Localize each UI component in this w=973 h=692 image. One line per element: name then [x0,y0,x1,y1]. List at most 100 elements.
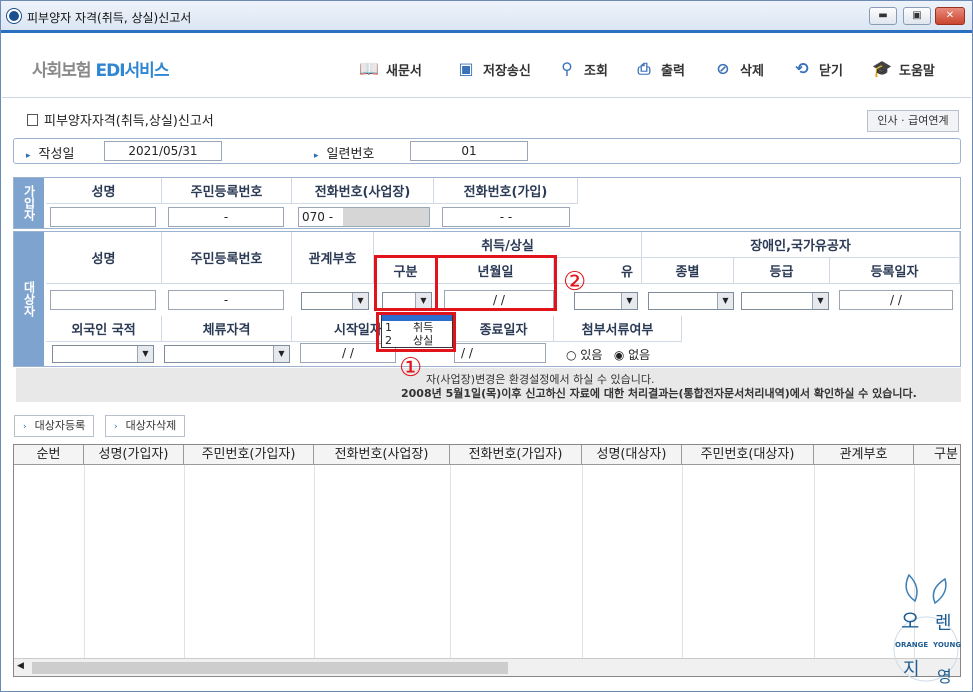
serial-label: ▸ 일련번호 [314,147,375,162]
subscriber-side-label: 가입자 [14,178,44,228]
target-grid[interactable]: 순번 성명(가입자) 주민번호(가입자) 전화번호(사업장) 전화번호(가입자)… [13,444,961,677]
arrow-icon: ▸ [26,151,31,161]
annotation-circle-1: ① [399,353,423,383]
type-header: 종별 [642,258,734,284]
sub-phone-biz-header: 전화번호(사업장) [292,178,434,204]
relation-select[interactable]: ▼ [301,292,369,310]
sub-name-field[interactable] [50,207,156,227]
grid-col-sub-jumin[interactable]: 주민번호(가입자) [184,445,314,465]
grid-divider [314,465,315,658]
save-icon: ▣ [458,59,474,78]
target-name-header: 성명 [46,232,162,284]
register-target-button[interactable]: › 대상자등록 [14,415,95,437]
book-icon: 📖 [359,59,379,78]
grid-divider [814,465,815,658]
sub-phone-biz-field[interactable]: 070 - [298,207,430,227]
write-date-label: ▸ 작성일 [26,147,75,162]
radio-no[interactable]: ◉ 없음 [614,348,650,362]
help-cap-icon: 🎓 [872,59,892,78]
maximize-button[interactable]: ▣ [903,7,931,25]
wm-char-2: 렌 [935,613,952,634]
hr-payroll-link-button[interactable]: 인사 · 급여연계 [867,110,959,132]
sub-jumin-field[interactable]: - [168,207,284,227]
search-icon: ⚲ [561,59,573,78]
grid-header: 순번 성명(가입자) 주민번호(가입자) 전화번호(사업장) 전화번호(가입자)… [14,445,960,465]
leaf-icon [893,573,959,682]
delete-icon: ⊘ [716,59,730,78]
grid-divider [450,465,451,658]
radio-yes[interactable]: ○ 있음 [566,348,602,362]
grid-col-target-jumin[interactable]: 주민번호(대상자) [682,445,814,465]
regdate-field[interactable]: / / [839,290,953,310]
wm-char-3: 지 [903,659,920,680]
window-title: 피부양자 자격(취득, 상실)신고서 [27,11,192,25]
wm-brand-2: YOUNG [933,641,962,649]
write-date-field[interactable]: 2021/05/31 [104,141,222,161]
foreign-header: 외국인 국적 [46,316,162,342]
regdate-header: 등록일자 [830,258,960,284]
grade-header: 등급 [734,258,830,284]
sub-phone-join-field[interactable]: - - [442,207,570,227]
target-jumin-field[interactable]: - [168,290,284,310]
save-send-button[interactable]: ▣ 저장송신 [455,58,530,80]
close-doc-button[interactable]: ⟲ 닫기 [791,58,843,80]
chevron-down-icon: ▼ [812,293,828,309]
print-button[interactable]: ⎙ 출력 [633,58,685,80]
header-row: ▸ 작성일 2021/05/31 ▸ 일련번호 01 [13,138,961,164]
grid-col-gubun[interactable]: 구분 [914,445,960,465]
form-title: 피부양자자격(취득,상실)신고서 [27,110,214,129]
serial-field[interactable]: 01 [410,141,528,161]
scroll-left-icon[interactable]: ◀ [17,661,24,671]
attach-radio-group: ○ 있음 ◉ 없음 [566,346,650,363]
delete-button[interactable]: ⊘ 삭제 [712,58,764,80]
target-name-field[interactable] [50,290,156,310]
notice-line-2: 2008년 5월1일(목)이후 신고하신 자료에 대한 처리결과는(통합전자문서… [401,387,917,400]
target-jumin-header: 주민등록번호 [162,232,292,284]
delete-target-button[interactable]: › 대상자삭제 [105,415,186,437]
help-button[interactable]: 🎓 도움말 [871,58,935,80]
chevron-down-icon: ▼ [352,293,368,309]
title-bar: 피부양자 자격(취득, 상실)신고서 ▬ ▣ ✕ [1,1,972,33]
grid-col-seq[interactable]: 순번 [14,445,84,465]
attach-header: 첨부서류여부 [554,316,682,342]
sub-phone-join-header: 전화번호(가입) [434,178,578,204]
chevron-down-icon: ▼ [273,346,289,362]
grid-col-relation[interactable]: 관계부호 [814,445,914,465]
foreign-select[interactable]: ▼ [52,345,154,363]
search-button[interactable]: ⚲ 조회 [556,58,608,80]
new-doc-button[interactable]: 📖 새문서 [358,58,422,80]
wm-brand-1: ORANGE [895,641,929,649]
close-button[interactable]: ✕ [935,7,965,25]
grid-col-sub-name[interactable]: 성명(가입자) [84,445,184,465]
minimize-button[interactable]: ▬ [869,7,897,25]
grid-col-target-name[interactable]: 성명(대상자) [582,445,682,465]
subscriber-panel: 가입자 성명 주민등록번호 전화번호(사업장) 전화번호(가입) - 070 -… [13,177,961,229]
arrow-icon: › [23,422,27,432]
app-window: 피부양자 자격(취득, 상실)신고서 ▬ ▣ ✕ 사회보험 EDI서비스 📖 새문… [0,0,973,692]
annotation-box-ymd [435,255,557,311]
arrow-icon: › [114,422,118,432]
sub-jumin-header: 주민등록번호 [162,178,292,204]
grid-divider [184,465,185,658]
annotation-box-dropdown [376,312,456,352]
grid-divider [682,465,683,658]
stay-header: 체류자격 [162,316,292,342]
end-field[interactable]: / / [454,343,546,363]
power-icon: ⟲ [795,59,809,78]
grid-col-phone-biz[interactable]: 전화번호(사업장) [314,445,450,465]
horizontal-scrollbar[interactable]: ◀ [14,658,960,676]
app-icon [7,9,21,23]
chevron-down-icon: ▼ [717,293,733,309]
notice-area: 자(사업장)변경은 환경설정에서 하실 수 있습니다. 2008년 5월1일(목… [16,368,961,402]
scroll-thumb[interactable] [32,662,508,674]
disabled-header: 장애인,국가유공자 [642,232,960,258]
target-side-label: 대상자 [14,232,44,366]
arrow-icon: ▸ [314,151,319,161]
wm-char-1: 오 [901,609,920,633]
wm-char-4: 영 [937,667,952,686]
grid-divider [582,465,583,658]
stay-select[interactable]: ▼ [164,345,290,363]
type-select[interactable]: ▼ [648,292,734,310]
grade-select[interactable]: ▼ [741,292,829,310]
grid-col-phone-sub[interactable]: 전화번호(가입자) [450,445,582,465]
